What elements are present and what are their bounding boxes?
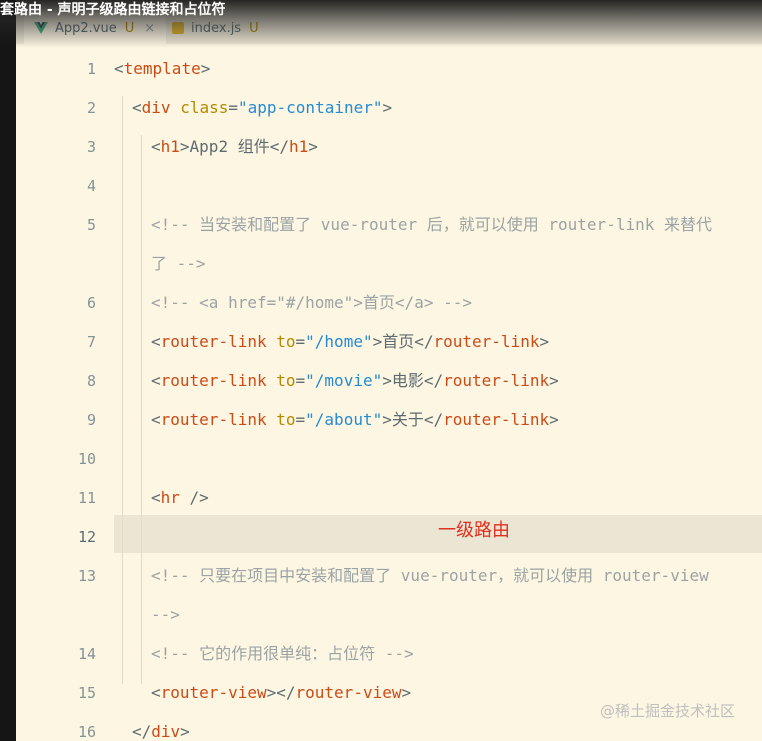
vue-icon [34, 22, 48, 34]
tab-label: index.js [191, 20, 242, 36]
code-editor[interactable]: 1 2 3 4 5 6 7 8 9 10 11 12 13 14 15 16 <template> <div c… [16, 44, 762, 741]
line-number: 11 [77, 489, 96, 507]
code-line: <h1>App2 组件</h1> [151, 137, 318, 156]
modified-indicator: U [249, 20, 259, 36]
annotation-label: 一级路由 [438, 520, 510, 541]
line-number: 8 [86, 372, 96, 390]
code-line: <router-link to="/home">首页</router-link> [151, 332, 550, 351]
line-number: 14 [77, 645, 96, 663]
indent-guide [141, 135, 142, 684]
line-number: 13 [77, 567, 96, 585]
line-number: 10 [77, 450, 96, 468]
line-number: 6 [86, 294, 96, 312]
code-area[interactable]: <template> <div class="app-container"> <h1… [114, 44, 762, 741]
line-number: 3 [86, 138, 96, 156]
line-number: 5 [86, 216, 96, 234]
code-line: <div class="app-container"> [132, 98, 393, 117]
code-line: <!-- 它的作用很单纯：占位符 --> [151, 644, 414, 663]
js-file-icon [172, 22, 184, 34]
modified-indicator: U [124, 20, 135, 36]
code-line: <!-- 只要在项目中安装和配置了 vue-router，就可以使用 route… [151, 566, 709, 585]
code-line: <hr /> [151, 488, 209, 507]
line-number: 7 [86, 333, 96, 351]
code-line: <router-link to="/movie">电影</router-link… [151, 371, 559, 390]
line-number: 15 [77, 684, 96, 702]
code-line: <router-link to="/about">关于</router-link… [151, 410, 559, 429]
code-line: </div> [132, 722, 190, 741]
code-line: <template> [114, 59, 211, 78]
line-number: 2 [86, 99, 96, 117]
tab-label: App2.vue [55, 20, 117, 36]
code-line: <!-- 当安装和配置了 vue-router 后，就可以使用 router-l… [151, 215, 712, 234]
code-line-wrap: 了 --> [151, 254, 206, 273]
code-line: <!-- <a href="#/home">首页</a> --> [151, 293, 472, 312]
indent-guide [122, 96, 123, 684]
watermark: @稀土掘金技术社区 [600, 702, 736, 720]
line-number: 12 [77, 528, 96, 546]
window-title: 套路由 - 声明子级路由链接和占位符 [0, 2, 226, 18]
line-number-gutter: 1 2 3 4 5 6 7 8 9 10 11 12 13 14 15 16 [16, 44, 114, 741]
line-number: 1 [86, 60, 96, 78]
line-number: 4 [86, 177, 96, 195]
code-line: <router-view></router-view> [151, 683, 412, 702]
line-number: 16 [77, 723, 96, 741]
line-number: 9 [86, 411, 96, 429]
close-icon[interactable]: × [144, 21, 155, 36]
code-line-wrap: --> [151, 605, 180, 624]
window-left-edge [0, 0, 16, 741]
